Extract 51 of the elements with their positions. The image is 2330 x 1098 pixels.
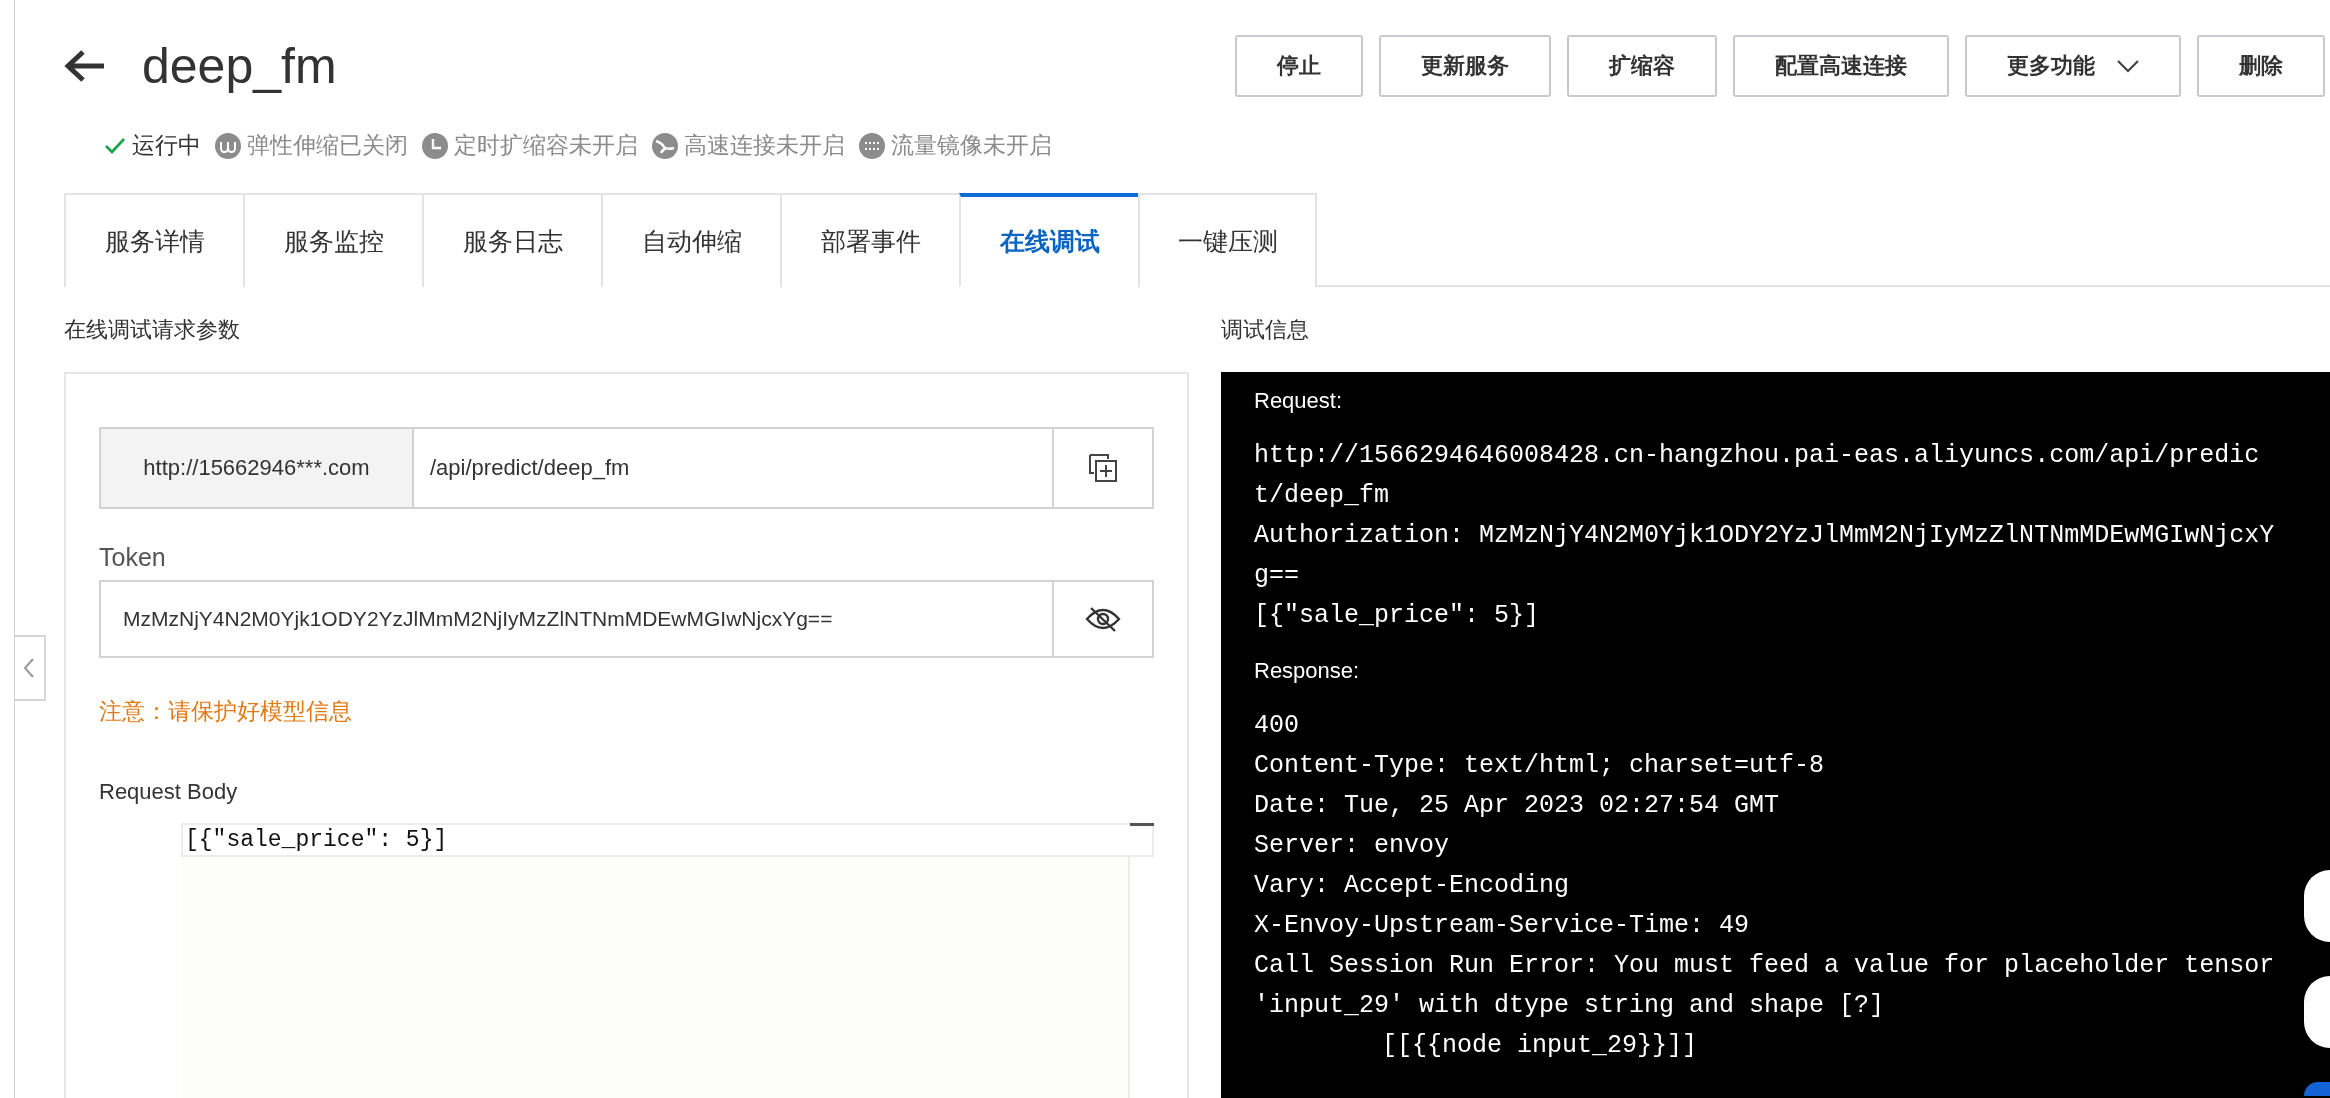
log-line: http://1566294646008428.cn-hangzhou.pai-eas.aliyuncs.com/api/predict/deep_fm: [1254, 440, 2261, 512]
action-button[interactable]: 停止: [1235, 35, 1363, 97]
action-button[interactable]: 扩缩容: [1567, 35, 1717, 97]
chevron-down-icon: [2117, 59, 2139, 73]
wave-icon: [215, 132, 241, 159]
status-label: 流量镜像未开启: [891, 131, 1052, 160]
more-dropdown-button[interactable]: 更多功能: [1965, 35, 2181, 97]
eye-slash-icon: [1085, 605, 1121, 633]
status-label: 运行中: [132, 131, 201, 160]
token-label: Token: [99, 543, 166, 571]
url-path-field[interactable]: /api/predict/deep_fm: [412, 427, 1054, 509]
response-label: Response:: [1254, 658, 1360, 684]
log-line: Authorization: MzMzNjY4N2M0Yjk1ODY2YzJlMmM2NjIyMzZlNTNmMDEwMGIwNjcxYg==: [1254, 520, 2276, 592]
action-button[interactable]: 配置高速连接: [1733, 35, 1949, 97]
tab[interactable]: 服务详情: [64, 193, 243, 287]
tab[interactable]: 在线调试: [959, 193, 1138, 287]
body-label: Request Body: [99, 779, 238, 805]
tab[interactable]: 部署事件: [780, 193, 959, 287]
log-line: 400: [1254, 710, 1300, 742]
log-line: X-Envoy-Upstream-Service-Time: 49: [1254, 910, 1751, 942]
back-arrow-icon[interactable]: [64, 49, 106, 83]
status-label: 高速连接未开启: [684, 131, 845, 160]
status-label: 定时扩缩容未开启: [454, 131, 638, 160]
request-label: Request:: [1254, 388, 1343, 414]
log-line: Server: envoy: [1254, 830, 1451, 862]
collapse-handle[interactable]: [15, 635, 46, 701]
log-line: Call Session Run Error: You must feed a value for placeholder tensor 'input_29' with dtype string and shape [?]: [1254, 950, 2276, 1022]
clock-icon: [422, 132, 448, 159]
copy-icon: [1087, 452, 1119, 484]
section-title: 在线调试请求参数: [64, 315, 240, 344]
tab[interactable]: 一键压测: [1138, 193, 1317, 287]
dots-icon: [859, 132, 885, 159]
status-label: 弹性伸缩已关闭: [247, 131, 408, 160]
action-button[interactable]: 更新服务: [1379, 35, 1551, 97]
token-field[interactable]: MzMzNjY4N2M0Yjk1ODY2YzJlMmM2NjIyMzZlNTNmMDEwMGIwNjcxYg==: [99, 580, 1054, 658]
copy-button[interactable]: [1054, 427, 1154, 509]
log-line: [{"sale_price": 5}]: [1254, 600, 1541, 632]
log-line: Vary: Accept-Encoding: [1254, 870, 1571, 902]
hide-password-button[interactable]: [1054, 580, 1154, 658]
section-title: 调试信息: [1221, 315, 1309, 344]
log-line: Content-Type: text/html; charset=utf-8: [1254, 750, 1826, 782]
log-line: [[{{node input_29}}]]: [1381, 1030, 1699, 1062]
warning-note: 注意：请保护好模型信息: [99, 697, 352, 726]
tab[interactable]: 服务日志: [422, 193, 601, 287]
url-prefix: http://15662946***.com: [99, 427, 412, 509]
log-line: Date: Tue, 25 Apr 2023 02:27:54 GMT: [1254, 790, 1781, 822]
action-button[interactable]: 删除: [2197, 35, 2325, 97]
tab[interactable]: 服务监控: [243, 193, 422, 287]
resize-mark: [1130, 823, 1154, 826]
tab[interactable]: 自动伸缩: [601, 193, 780, 287]
service-title: deep_fm: [142, 37, 337, 95]
